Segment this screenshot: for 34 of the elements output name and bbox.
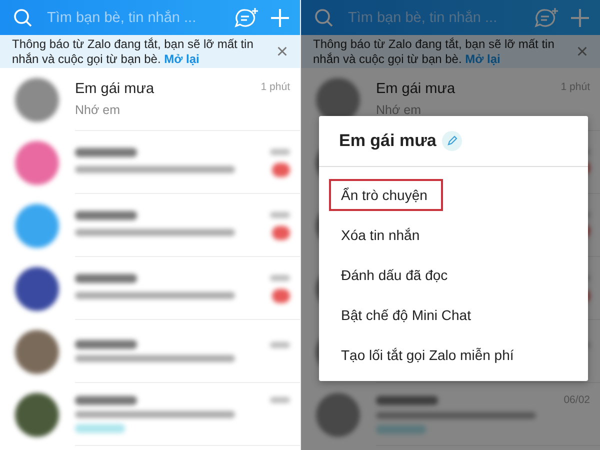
search-icon[interactable] xyxy=(314,8,334,28)
message-preview: Nhớ em xyxy=(376,103,422,117)
blurred-text xyxy=(75,210,137,220)
close-button[interactable]: × xyxy=(274,42,290,62)
search-icon[interactable] xyxy=(13,8,33,28)
blurred-avatar xyxy=(15,78,59,122)
menu-item[interactable]: Xóa tin nhắn xyxy=(329,219,432,251)
menu-item[interactable]: Tạo lối tắt gọi Zalo miễn phí xyxy=(329,339,526,371)
blurred-text xyxy=(75,148,137,156)
chat-bubble-plus-icon[interactable] xyxy=(534,6,560,28)
blurred-text xyxy=(270,275,290,281)
dialog-title: Em gái mưa xyxy=(339,131,436,151)
blurred-text xyxy=(270,397,290,403)
menu-item[interactable]: Ẩn trò chuyện xyxy=(329,179,443,211)
message-time: 1 phút xyxy=(260,81,290,93)
blurred-text xyxy=(270,212,290,218)
blurred-text xyxy=(75,396,137,404)
notice-text: Thông báo từ Zalo đang tắt, bạn sẽ lỡ mất tin nhắn và cuộc gọi từ bạn bè. Mở lại xyxy=(313,36,556,66)
blurred-text xyxy=(270,342,290,348)
blurred-text xyxy=(75,340,137,349)
blurred-text xyxy=(75,274,137,282)
contact-name: Em gái mưa xyxy=(376,81,456,97)
notice-text: Thông báo từ Zalo đang tắt, bạn sẽ lỡ mất tin nhắn và cuộc gọi từ bạn bè. Mở lại xyxy=(12,36,254,66)
contact-name: Em gái mưa xyxy=(75,81,154,97)
menu-item[interactable]: Bật chế độ Mini Chat xyxy=(329,299,483,331)
plus-icon[interactable] xyxy=(570,8,590,28)
blurred-avatar xyxy=(316,392,360,436)
menu-item[interactable]: Đánh dấu đã đọc xyxy=(329,259,460,291)
message-preview: Nhớ em xyxy=(75,103,122,117)
chat-bubble-plus-icon[interactable] xyxy=(234,6,260,28)
pencil-icon[interactable] xyxy=(442,131,462,151)
blurred-text xyxy=(376,396,438,404)
blurred-text xyxy=(270,149,290,155)
plus-icon[interactable] xyxy=(270,8,290,28)
